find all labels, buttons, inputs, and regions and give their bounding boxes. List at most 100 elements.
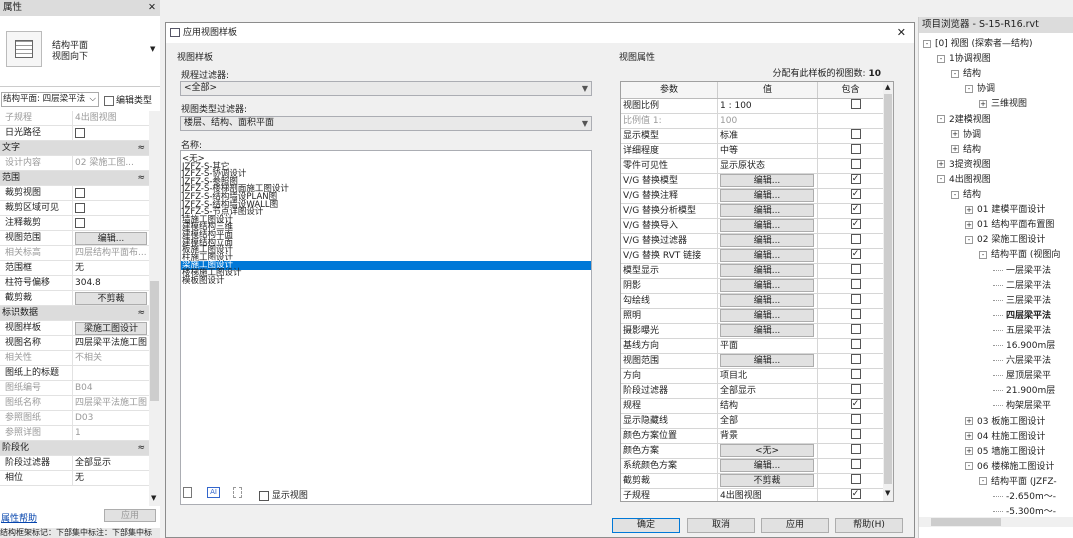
show-views-checkbox[interactable]: 显示视图 <box>259 488 308 501</box>
view-property-button[interactable]: 编辑... <box>720 174 814 187</box>
expand-icon[interactable]: + <box>979 99 987 108</box>
tree-item[interactable]: -5.300m～- <box>993 505 1056 517</box>
browser-hscrollbar[interactable] <box>919 517 1073 527</box>
include-checkbox[interactable] <box>850 219 861 229</box>
view-property-value[interactable]: 平面 <box>717 339 817 354</box>
property-value[interactable]: 304.8 <box>72 276 149 290</box>
property-value[interactable] <box>72 126 149 140</box>
view-property-value[interactable]: 1 : 100 <box>717 99 817 114</box>
view-type-filter-select[interactable]: 楼层、结构、面积平面 ▼ <box>180 116 592 131</box>
dropdown-arrow-icon[interactable]: ▼ <box>150 45 155 53</box>
collapse-icon[interactable]: - <box>965 462 973 471</box>
expand-icon[interactable]: + <box>937 160 945 169</box>
property-checkbox[interactable] <box>75 188 85 198</box>
rename-icon[interactable]: AI <box>207 487 220 498</box>
scroll-down-icon[interactable]: ▼ <box>885 489 890 497</box>
template-name-list[interactable]: <无> JZFZ-S-其它 JZFZ-S-协调设计 JZFZ-S-参照图 JZFZ-S-… <box>180 150 592 505</box>
type-selector[interactable]: 结构平面 视图向下 ▼ <box>0 17 160 87</box>
property-value[interactable] <box>72 186 149 200</box>
view-property-value[interactable]: 标准 <box>717 129 817 144</box>
delete-icon[interactable] <box>233 487 242 498</box>
tree-item[interactable]: -2.650m～- <box>993 490 1056 504</box>
include-checkbox[interactable] <box>850 354 861 364</box>
property-value[interactable] <box>72 201 149 215</box>
view-property-value[interactable]: 编辑... <box>717 249 817 264</box>
include-checkbox[interactable] <box>850 99 861 109</box>
view-property-button[interactable]: 编辑... <box>720 219 814 232</box>
include-checkbox[interactable] <box>850 249 861 259</box>
property-button[interactable]: 编辑... <box>75 232 147 245</box>
collapse-icon[interactable]: - <box>979 477 987 486</box>
view-property-value[interactable]: 编辑... <box>717 354 817 369</box>
tree-item[interactable]: +01 建模平面设计 <box>965 203 1045 217</box>
tree-item[interactable]: 六层梁平法 <box>993 354 1051 368</box>
expand-icon[interactable]: + <box>951 145 959 154</box>
property-value[interactable]: 四层梁平法施工图 <box>72 336 149 350</box>
include-checkbox[interactable] <box>850 399 861 409</box>
view-property-button[interactable]: <无> <box>720 444 814 457</box>
collapse-icon[interactable]: - <box>965 235 973 244</box>
include-checkbox[interactable] <box>850 444 861 454</box>
tree-item[interactable]: 构架层梁平 <box>993 399 1051 413</box>
property-value[interactable]: 梁施工图设计 <box>72 321 149 335</box>
include-checkbox[interactable] <box>850 204 861 214</box>
include-checkbox[interactable] <box>850 189 861 199</box>
property-value[interactable]: 不剪裁 <box>72 291 149 305</box>
include-checkbox[interactable] <box>850 309 861 319</box>
view-property-value[interactable]: 编辑... <box>717 189 817 204</box>
tree-item[interactable]: - 结构平面 (JZFZ- <box>979 475 1057 489</box>
table-scrollbar[interactable]: ▲ ▼ <box>883 82 893 501</box>
expand-icon[interactable]: + <box>965 417 973 425</box>
view-property-value[interactable]: 全部 <box>717 414 817 429</box>
tree-item[interactable]: + 协调 <box>951 128 981 142</box>
view-property-value[interactable]: 编辑... <box>717 204 817 219</box>
property-value[interactable]: 编辑... <box>72 231 149 245</box>
collapse-icon[interactable]: - <box>951 69 959 78</box>
include-checkbox[interactable] <box>850 414 861 424</box>
include-checkbox[interactable] <box>850 264 861 274</box>
tree-item[interactable]: 屋顶层梁平 <box>993 369 1051 383</box>
include-checkbox[interactable] <box>850 459 861 469</box>
property-value[interactable]: 全部显示 <box>72 456 149 470</box>
discipline-filter-select[interactable]: <全部> ▼ <box>180 81 592 96</box>
view-property-button[interactable]: 编辑... <box>720 354 814 367</box>
property-value[interactable] <box>72 216 149 230</box>
tree-item[interactable]: - 结构 <box>951 67 981 81</box>
help-button[interactable]: 帮助(H) <box>835 518 903 533</box>
tree-item[interactable]: 三层梁平法 <box>993 294 1051 308</box>
include-checkbox[interactable] <box>850 489 861 499</box>
include-checkbox[interactable] <box>850 279 861 289</box>
property-button[interactable]: 梁施工图设计 <box>75 322 147 335</box>
view-property-value[interactable]: 编辑... <box>717 459 817 474</box>
tree-item[interactable]: - 协调 <box>965 82 995 96</box>
view-property-value[interactable]: 全部显示 <box>717 384 817 399</box>
collapse-icon[interactable]: - <box>937 175 945 184</box>
expand-icon[interactable]: + <box>951 130 959 139</box>
collapse-icon[interactable]: ≈ <box>137 141 145 155</box>
view-property-value[interactable]: 编辑... <box>717 219 817 234</box>
view-property-button[interactable]: 编辑... <box>720 204 814 217</box>
view-property-value[interactable]: 项目北 <box>717 369 817 384</box>
tree-item[interactable]: 五层梁平法 <box>993 324 1051 338</box>
view-property-button[interactable]: 编辑... <box>720 309 814 322</box>
view-property-value[interactable]: 编辑... <box>717 324 817 339</box>
tree-item[interactable]: -1协调视图 <box>937 52 991 66</box>
view-property-value[interactable]: 编辑... <box>717 174 817 189</box>
view-property-value[interactable]: 结构 <box>717 399 817 414</box>
include-checkbox[interactable] <box>850 369 861 379</box>
show-views-box[interactable] <box>259 490 269 501</box>
view-property-value[interactable]: 编辑... <box>717 294 817 309</box>
collapse-icon[interactable]: - <box>937 54 945 63</box>
tree-item[interactable]: - [0] 视图 (探索者—结构) <box>923 37 1033 51</box>
apply-button[interactable]: 应用 <box>761 518 829 533</box>
property-button[interactable]: 不剪裁 <box>75 292 147 305</box>
tree-item[interactable]: -06 楼梯施工图设计 <box>965 460 1054 474</box>
collapse-icon[interactable]: - <box>937 115 945 123</box>
view-property-button[interactable]: 编辑... <box>720 279 814 292</box>
view-property-button[interactable]: 编辑... <box>720 324 814 337</box>
close-icon[interactable]: ✕ <box>148 0 156 16</box>
tree-item[interactable]: - 结构 <box>951 188 981 202</box>
cancel-button[interactable]: 取消 <box>687 518 755 533</box>
tree-item[interactable]: +01 结构平面布置图 <box>965 218 1054 232</box>
properties-scrollbar[interactable]: ▼ <box>149 111 160 506</box>
